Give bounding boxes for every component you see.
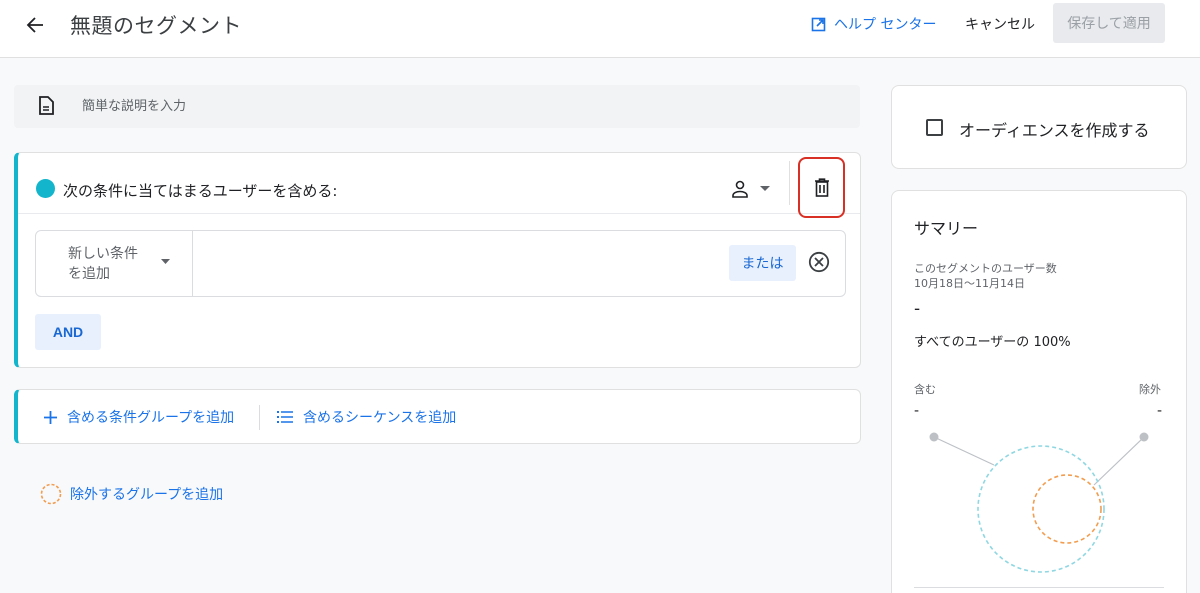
caret-down-icon bbox=[161, 259, 170, 264]
add-include-bar: 含める条件グループを追加 含めるシーケンスを追加 bbox=[14, 389, 861, 444]
add-condition-group-label: 含める条件グループを追加 bbox=[67, 410, 235, 426]
include-group-title: 次の条件に当てはまるユーザーを含める: bbox=[63, 182, 338, 200]
include-group-card: 次の条件に当てはまるユーザーを含める: 新しい条件を追加 または AND bbox=[14, 152, 861, 368]
summary-divider bbox=[914, 587, 1164, 588]
percent-of-users: すべてのユーザーの 100% bbox=[914, 335, 1071, 350]
segment-users-label: このセグメントのユーザー数 bbox=[914, 262, 1057, 275]
add-condition-label: 新しい条件を追加 bbox=[68, 246, 138, 282]
delete-group-button[interactable] bbox=[798, 157, 845, 218]
close-circle-icon bbox=[808, 251, 830, 273]
trash-icon bbox=[814, 178, 829, 197]
include-label: 含む bbox=[914, 383, 936, 396]
create-audience-checkbox[interactable] bbox=[926, 119, 943, 136]
header-divider bbox=[789, 161, 790, 205]
remove-condition-button[interactable] bbox=[808, 251, 830, 277]
include-marker bbox=[929, 432, 939, 442]
save-and-apply-button[interactable]: 保存して適用 bbox=[1053, 3, 1165, 43]
person-icon bbox=[732, 180, 748, 198]
create-audience-label: オーディエンスを作成する bbox=[959, 121, 1150, 140]
add-exclude-group-button[interactable]: 除外するグループを追加 bbox=[40, 483, 223, 505]
add-exclude-group-label: 除外するグループを追加 bbox=[70, 487, 224, 503]
user-count: - bbox=[914, 299, 921, 319]
include-indicator-dot bbox=[36, 179, 55, 198]
exclude-connector bbox=[1093, 436, 1145, 486]
page-title: 無題のセグメント bbox=[70, 14, 242, 38]
add-sequence-button[interactable]: 含めるシーケンスを追加 bbox=[277, 407, 456, 427]
include-value: - bbox=[914, 403, 920, 419]
top-app-bar: 無題のセグメント ヘルプ センター キャンセル 保存して適用 bbox=[0, 0, 1200, 58]
exclude-circle bbox=[1032, 474, 1102, 544]
include-connector bbox=[933, 436, 995, 466]
add-condition-dropdown[interactable]: 新しい条件を追加 bbox=[36, 231, 193, 296]
description-input[interactable] bbox=[82, 85, 822, 128]
condition-row: 新しい条件を追加 または bbox=[35, 230, 846, 297]
add-condition-group-button[interactable]: 含める条件グループを追加 bbox=[44, 407, 234, 427]
description-field[interactable] bbox=[14, 85, 860, 128]
exclude-label: 除外 bbox=[1139, 383, 1161, 396]
document-icon bbox=[39, 96, 54, 115]
cancel-button[interactable]: キャンセル bbox=[965, 14, 1035, 34]
bar-divider bbox=[259, 405, 260, 430]
help-center-link[interactable]: ヘルプ センター bbox=[811, 14, 936, 34]
scope-selector[interactable] bbox=[730, 179, 770, 199]
exclude-value: - bbox=[1157, 403, 1163, 419]
or-button[interactable]: または bbox=[729, 245, 796, 281]
list-icon bbox=[277, 411, 293, 423]
plus-icon bbox=[44, 410, 57, 424]
date-range: 10月18日〜11月14日 bbox=[914, 277, 1025, 290]
dashed-circle-icon bbox=[40, 483, 62, 505]
add-sequence-label: 含めるシーケンスを追加 bbox=[303, 410, 457, 426]
summary-card: サマリー このセグメントのユーザー数 10月18日〜11月14日 - すべてのユ… bbox=[891, 190, 1187, 593]
help-center-label: ヘルプ センター bbox=[834, 17, 937, 33]
back-button[interactable] bbox=[22, 12, 48, 38]
include-group-header: 次の条件に当てはまるユーザーを含める: bbox=[18, 153, 860, 218]
summary-title: サマリー bbox=[914, 219, 979, 238]
caret-down-icon bbox=[760, 186, 770, 191]
open-in-new-icon bbox=[811, 17, 826, 31]
venn-diagram bbox=[929, 432, 1149, 573]
audience-card: オーディエンスを作成する bbox=[891, 85, 1187, 169]
and-button[interactable]: AND bbox=[35, 314, 101, 350]
include-circle bbox=[977, 445, 1105, 573]
arrow-back-icon bbox=[26, 17, 43, 33]
exclude-marker bbox=[1139, 432, 1149, 442]
